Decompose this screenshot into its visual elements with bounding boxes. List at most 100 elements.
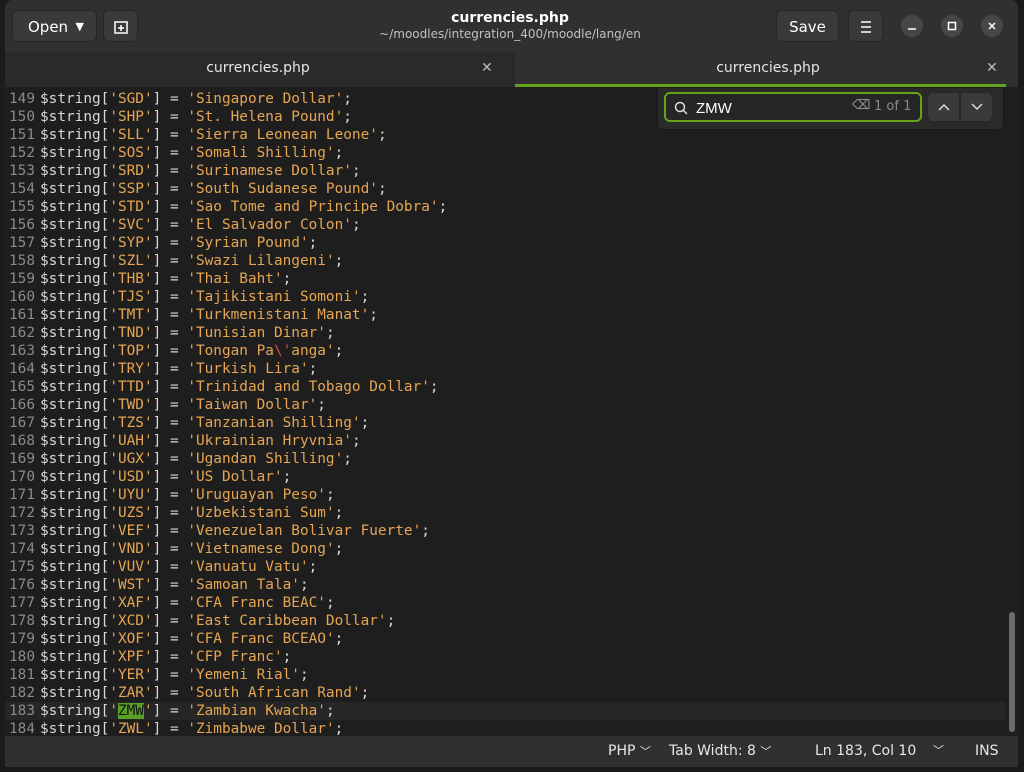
line-number: 175 (9, 559, 35, 575)
currency-name: 'Sao Tome and Principe Dobra' (187, 199, 439, 215)
line-number: 160 (9, 289, 35, 305)
search-popover: ⌫ 1 of 1 (657, 87, 1004, 130)
code-editor[interactable]: 149 $string['SGD'] = 'Singapore Dollar'; 1… (5, 87, 1018, 736)
tab-currencies-2[interactable]: currencies.php ✕ (515, 52, 1018, 87)
line-number: 171 (9, 487, 35, 503)
currency-code: XCD (117, 613, 144, 629)
line-number: 153 (9, 163, 35, 179)
currency-name: 'St. Helena Pound' (187, 109, 344, 125)
tab-label: currencies.php (716, 60, 820, 76)
minimize-icon (908, 28, 916, 30)
language-selector[interactable]: PHP ﹀ (608, 736, 651, 767)
currency-name: 'Zambian Kwacha' (187, 703, 326, 719)
code-line: 167 $string['TZS'] = 'Tanzanian Shilling'… (5, 414, 1005, 432)
code-line: 159 $string['THB'] = 'Thai Baht'; (5, 270, 1005, 288)
open-button[interactable]: Open ▼ (12, 10, 97, 42)
currency-name: 'Surinamese Dollar' (187, 163, 352, 179)
search-icon (674, 98, 688, 119)
status-bar: PHP ﹀ Tab Width: 8 ﹀ Ln 183, Col 10 ﹀ IN… (5, 736, 1018, 767)
currency-name: 'Ugandan Shilling' (187, 451, 344, 467)
close-button[interactable] (981, 15, 1003, 37)
line-number: 156 (9, 217, 35, 233)
previous-match-button[interactable] (927, 92, 960, 122)
currency-name: 'Venezuelan Bolivar Fuerte' (187, 523, 422, 539)
line-number: 157 (9, 235, 35, 251)
window-title: currencies.php (451, 10, 569, 26)
line-number: 177 (9, 595, 35, 611)
code-line: 156 $string['SVC'] = 'El Salvador Colon'; (5, 216, 1005, 234)
cursor-position[interactable]: Ln 183, Col 10 (815, 736, 916, 766)
code-line: 173 $string['VEF'] = 'Venezuelan Bolivar … (5, 522, 1005, 540)
line-number: 162 (9, 325, 35, 341)
line-number: 149 (9, 91, 35, 107)
currency-code: SLL (117, 127, 144, 143)
currency-code: USD (117, 469, 144, 485)
currency-name: 'Swazi Lilangeni' (187, 253, 335, 269)
minimize-button[interactable] (901, 15, 923, 37)
currency-code: SYP (117, 235, 144, 251)
currency-name: 'Turkish Lira' (187, 361, 309, 377)
code-line: 183 $string['ZMW'] = 'Zambian Kwacha'; (5, 702, 1005, 720)
currency-name: 'Somali Shilling' (187, 145, 335, 161)
code-line: 157 $string['SYP'] = 'Syrian Pound'; (5, 234, 1005, 252)
code-line: 163 $string['TOP'] = 'Tongan Pa\'anga'; (5, 342, 1005, 360)
search-input[interactable] (694, 96, 848, 120)
chevron-down-icon[interactable]: ﹀ (933, 736, 944, 766)
currency-code: VUV (117, 559, 144, 575)
currency-code: TWD (117, 397, 144, 413)
next-match-button[interactable] (960, 92, 993, 122)
currency-code: WST (117, 577, 144, 593)
currency-code: XPF (117, 649, 144, 665)
tab-width-selector[interactable]: Tab Width: 8 ﹀ (669, 736, 771, 767)
tab-width-label: Tab Width: 8 (669, 743, 756, 759)
tab-currencies-1[interactable]: currencies.php ✕ (5, 52, 511, 87)
code-line: 160 $string['TJS'] = 'Tajikistani Somoni'… (5, 288, 1005, 306)
scrollbar[interactable] (1009, 612, 1015, 732)
code-line: 165 $string['TTD'] = 'Trinidad and Tobago… (5, 378, 1005, 396)
code-line: 177 $string['XAF'] = 'CFA Franc BEAC'; (5, 594, 1005, 612)
code-line: 171 $string['UYU'] = 'Uruguayan Peso'; (5, 486, 1005, 504)
currency-code: UAH (117, 433, 144, 449)
currency-name: 'Trinidad and Tobago Dollar' (187, 379, 430, 395)
currency-name: 'Ukrainian Hryvnia' (187, 433, 352, 449)
line-number: 161 (9, 307, 35, 323)
tab-bar: currencies.php ✕ currencies.php ✕ (5, 52, 1018, 87)
currency-name: 'CFA Franc BEAC' (187, 595, 326, 611)
code-line: 155 $string['STD'] = 'Sao Tome and Princi… (5, 198, 1005, 216)
new-tab-icon (113, 21, 128, 34)
menu-button[interactable] (848, 10, 883, 42)
currency-name: 'Zimbabwe Dollar' (187, 721, 335, 736)
code-line: 180 $string['XPF'] = 'CFP Franc'; (5, 648, 1005, 666)
line-number: 178 (9, 613, 35, 629)
code-line: 184 $string['ZWL'] = 'Zimbabwe Dollar'; (5, 720, 1005, 736)
currency-name: 'Singapore Dollar' (187, 91, 344, 107)
line-number: 182 (9, 685, 35, 701)
code-line: 162 $string['TND'] = 'Tunisian Dinar'; (5, 324, 1005, 342)
currency-name: 'CFP Franc' (187, 649, 283, 665)
code-line: 168 $string['UAH'] = 'Ukrainian Hryvnia'; (5, 432, 1005, 450)
currency-code: SGD (117, 91, 144, 107)
search-box: ⌫ 1 of 1 (664, 92, 922, 122)
line-number: 159 (9, 271, 35, 287)
currency-code: TTD (117, 379, 144, 395)
maximize-button[interactable] (941, 15, 963, 37)
close-tab-icon[interactable]: ✕ (986, 52, 998, 84)
backspace-clear-icon[interactable]: ⌫ (852, 98, 870, 113)
save-button[interactable]: Save (776, 10, 839, 42)
code-line: 170 $string['USD'] = 'US Dollar'; (5, 468, 1005, 486)
currency-name: 'Sierra Leonean Leone' (187, 127, 378, 143)
line-number: 152 (9, 145, 35, 161)
line-number: 176 (9, 577, 35, 593)
currency-name: 'East Caribbean Dollar' (187, 613, 387, 629)
currency-code: UGX (117, 451, 144, 467)
line-number: 169 (9, 451, 35, 467)
code-line: 161 $string['TMT'] = 'Turkmenistani Manat… (5, 306, 1005, 324)
currency-code: SHP (117, 109, 144, 125)
code-line: 178 $string['XCD'] = 'East Caribbean Doll… (5, 612, 1005, 630)
new-tab-button[interactable] (103, 10, 138, 42)
currency-code: SRD (117, 163, 144, 179)
line-number: 181 (9, 667, 35, 683)
code-line: 153 $string['SRD'] = 'Surinamese Dollar'; (5, 162, 1005, 180)
close-tab-icon[interactable]: ✕ (481, 52, 493, 84)
line-number: 170 (9, 469, 35, 485)
